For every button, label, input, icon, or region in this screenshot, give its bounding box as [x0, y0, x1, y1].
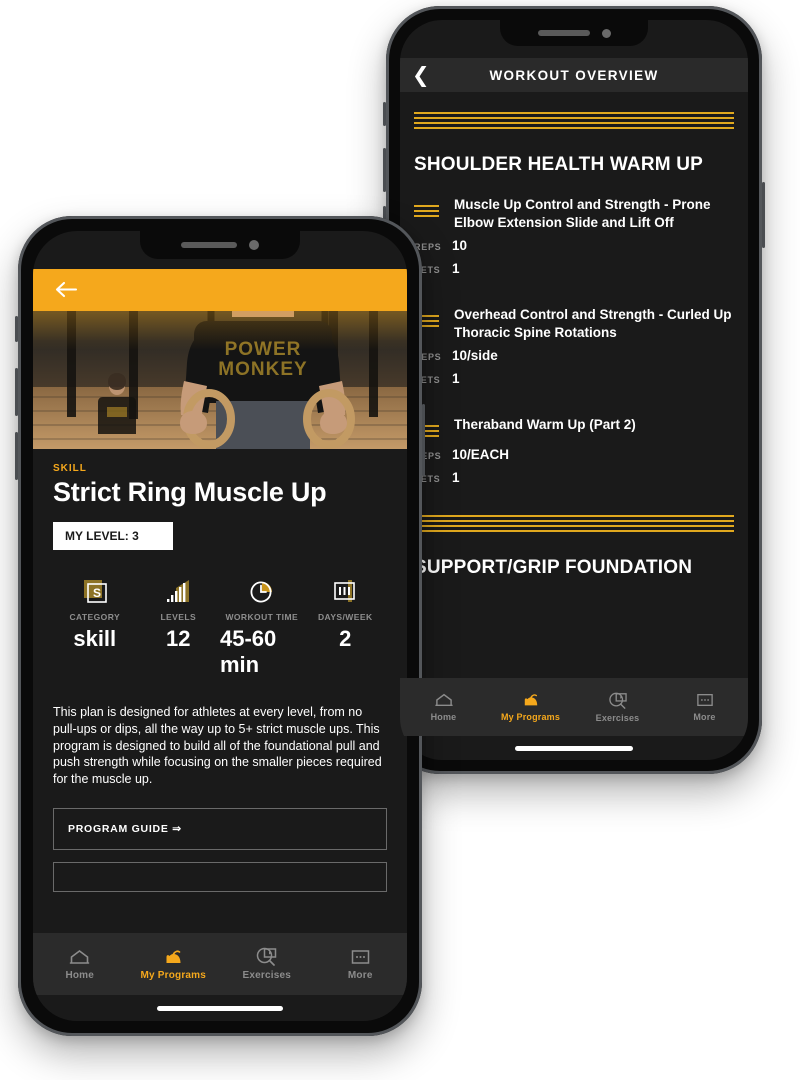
reps-label: REPS	[414, 242, 442, 253]
ellipsis-box-icon	[695, 692, 715, 708]
workout-overview-list[interactable]: SHOULDER HEALTH WARM UP Muscle Up Contro…	[400, 92, 748, 698]
exercise-meta: REPS 10/EACH SETS 1	[414, 447, 734, 493]
exercise-name: Muscle Up Control and Strength - Prone E…	[454, 197, 711, 230]
front-phone-silent-switch[interactable]	[15, 316, 18, 342]
calendar-icon	[330, 576, 360, 606]
tab-my-programs[interactable]: My Programs	[127, 933, 221, 995]
ellipsis-box-icon	[349, 948, 372, 966]
arrow-left-icon[interactable]	[54, 280, 78, 304]
sets-value: 1	[452, 470, 460, 486]
back-phone-home-indicator[interactable]	[515, 746, 633, 751]
screenshot-stage: ❮ WORKOUT OVERVIEW SHOULDER HEALTH WARM …	[0, 0, 800, 1080]
program-category-kicker: SKILL	[53, 463, 87, 474]
stat-category: S CATEGORY skill	[53, 576, 137, 678]
stat-label: CATEGORY	[69, 612, 121, 622]
tab-exercises[interactable]: Exercises	[574, 678, 661, 736]
home-icon	[67, 948, 92, 966]
back-phone-tabbar: Home My Programs Exercises More	[400, 678, 748, 736]
tab-home[interactable]: Home	[33, 933, 127, 995]
chevron-left-icon[interactable]: ❮	[412, 65, 430, 86]
skill-badge-icon: S	[80, 576, 110, 606]
front-phone-screen: POWER MONKEY	[33, 231, 407, 1021]
tab-home[interactable]: Home	[400, 678, 487, 736]
reps-value: 10/EACH	[452, 447, 510, 463]
earpiece-speaker-icon	[181, 242, 237, 248]
program-description: This plan is designed for athletes at ev…	[53, 705, 382, 786]
back-phone-power-button[interactable]	[762, 182, 765, 248]
front-phone-power-button[interactable]	[422, 404, 425, 476]
tab-label: More	[347, 969, 373, 981]
my-level-badge[interactable]: MY LEVEL: 3	[53, 522, 173, 550]
stat-workout-time: WORKOUT TIME 45-60 min	[220, 576, 304, 678]
tab-label: Exercises	[242, 970, 291, 981]
front-phone-volume-down-button[interactable]	[15, 432, 18, 480]
stat-label: WORKOUT TIME	[225, 612, 299, 622]
page-title: Strict Ring Muscle Up	[53, 477, 327, 507]
reps-value: 10/side	[452, 348, 498, 364]
exercise-item[interactable]: Theraband Warm Up (Part 2) REPS 10/EACH S…	[414, 416, 734, 493]
exercise-item[interactable]: Overhead Control and Strength - Curled U…	[414, 306, 734, 394]
flexed-biceps-icon	[520, 692, 542, 708]
stat-value: skill	[73, 626, 117, 651]
program-stats-row: S CATEGORY skill LEVELS 12 WORKOUT TIME …	[53, 576, 387, 678]
section-heading: SHOULDER HEALTH WARM UP	[414, 154, 704, 175]
home-icon	[433, 692, 455, 708]
back-phone-notch	[500, 20, 648, 46]
stat-label: DAYS/WEEK	[317, 612, 373, 622]
sets-value: 1	[452, 371, 460, 387]
sets-value: 1	[452, 261, 460, 277]
exercise-name: Theraband Warm Up (Part 2)	[454, 417, 636, 433]
back-phone-screen: ❮ WORKOUT OVERVIEW SHOULDER HEALTH WARM …	[400, 20, 748, 760]
tab-label: My Programs	[140, 969, 207, 981]
appbar-title: WORKOUT OVERVIEW	[489, 67, 659, 83]
video-search-icon	[254, 947, 279, 966]
front-camera-icon	[249, 240, 259, 250]
tab-more[interactable]: More	[661, 678, 748, 736]
section-heading: SUPPORT/GRIP FOUNDATION	[414, 557, 693, 579]
exercise-name: Overhead Control and Strength - Curled U…	[454, 307, 732, 340]
stat-value: 2	[339, 626, 352, 651]
front-phone-tabbar: Home My Programs Exercises More	[33, 933, 407, 995]
back-phone-appbar: ❮ WORKOUT OVERVIEW	[400, 58, 748, 92]
stat-label: LEVELS	[160, 612, 197, 622]
exercise-meta: REPS 10/side SETS 1	[414, 348, 734, 394]
video-search-icon	[607, 692, 629, 709]
tab-label: Home	[430, 712, 457, 722]
front-phone-notch	[140, 231, 300, 259]
back-phone-silent-switch[interactable]	[383, 102, 386, 126]
section-divider	[414, 515, 734, 535]
program-guide-button[interactable]: PROGRAM GUIDE ⇒	[53, 807, 387, 850]
front-phone-device: POWER MONKEY	[15, 216, 425, 1036]
svg-text:S: S	[93, 586, 101, 600]
section-divider	[414, 112, 734, 132]
secondary-action-button[interactable]	[53, 861, 387, 892]
hero-top-bar	[33, 269, 407, 311]
back-phone-device: ❮ WORKOUT OVERVIEW SHOULDER HEALTH WARM …	[383, 6, 765, 774]
tab-label: Exercises	[595, 712, 640, 723]
bar-chart-icon	[163, 576, 193, 606]
stat-value: 45-60 min	[220, 626, 277, 677]
front-camera-icon	[601, 28, 611, 38]
front-phone-home-indicator[interactable]	[157, 1006, 283, 1011]
reps-value: 10	[452, 238, 468, 254]
tab-my-programs[interactable]: My Programs	[487, 678, 574, 736]
stat-days-per-week: DAYS/WEEK 2	[304, 576, 388, 678]
exercise-item[interactable]: Muscle Up Control and Strength - Prone E…	[414, 196, 734, 284]
tab-label: Home	[65, 969, 95, 981]
tab-label: More	[693, 712, 716, 722]
earpiece-speaker-icon	[537, 30, 590, 36]
front-phone-volume-up-button[interactable]	[15, 368, 18, 416]
flexed-biceps-icon	[161, 948, 186, 966]
clock-icon	[247, 576, 277, 606]
tab-exercises[interactable]: Exercises	[220, 933, 314, 995]
stat-value: 12	[166, 626, 191, 651]
tab-more[interactable]: More	[314, 933, 408, 995]
stat-levels: LEVELS 12	[137, 576, 221, 678]
tab-label: My Programs	[501, 712, 560, 722]
program-hero: POWER MONKEY	[33, 269, 407, 449]
exercise-meta: REPS 10 SETS 1	[414, 238, 734, 284]
exercise-bullet-icon	[414, 205, 439, 231]
back-phone-volume-up-button[interactable]	[383, 148, 386, 192]
